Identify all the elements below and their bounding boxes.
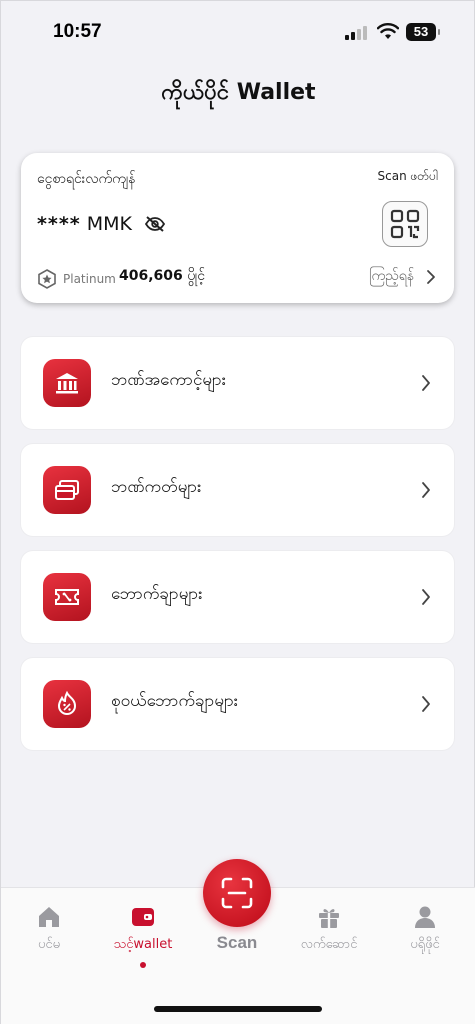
active-indicator-dot: [140, 962, 146, 968]
membership-tier: Platinum: [37, 269, 116, 289]
nav-label: သင့်wallet: [113, 937, 173, 952]
menu-item-label: ဘဏ်ကတ်များ: [111, 477, 202, 497]
view-points-link[interactable]: ကြည့်ရန်: [369, 266, 436, 287]
wallet-icon: [132, 908, 154, 926]
points-display: 406,606 ပွိုင့်: [119, 266, 205, 287]
bank-icon: [43, 359, 91, 407]
chevron-right-icon: [422, 589, 430, 605]
tier-badge-icon: [38, 269, 56, 289]
wallet-balance-card: ငွေစာရင်းလက်ကျန် Scan ဖတ်ပါ **** MMK Pla…: [21, 153, 454, 303]
scan-hint-label: Scan ဖတ်ပါ: [377, 169, 438, 183]
group-buy-voucher-icon: [43, 680, 91, 728]
nav-label: ပင်မ: [37, 937, 61, 952]
menu-item-bank-accounts[interactable]: ဘဏ်အကောင့်များ: [21, 337, 454, 429]
scan-button[interactable]: [203, 859, 271, 927]
nav-label: လက်ဆောင်: [300, 937, 358, 952]
home-icon: [39, 907, 59, 927]
nav-item-gifts[interactable]: လက်ဆောင်: [289, 904, 369, 955]
balance-display: **** MMK: [37, 213, 166, 235]
menu-item-label: စုဝယ်ဘောက်ချာများ: [111, 691, 239, 711]
nav-item-home[interactable]: ပင်မ: [9, 904, 89, 955]
scan-label[interactable]: Scan: [197, 933, 277, 953]
points-value: 406,606: [119, 268, 183, 284]
status-bar: 10:57 53: [1, 1, 475, 65]
menu-item-bank-cards[interactable]: ဘဏ်ကတ်များ: [21, 444, 454, 536]
nav-label: ပရိုဖိုင်: [410, 937, 440, 952]
status-time: 10:57: [53, 21, 102, 42]
tier-label: Platinum: [63, 272, 116, 286]
balance-label: ငွေစာရင်းလက်ကျန်: [37, 171, 136, 187]
view-label: ကြည့်ရန်: [369, 268, 414, 284]
voucher-icon: [43, 573, 91, 621]
app-screen: 10:57 53 ကိုယ်ပိုင် Wallet ငွေစာရင်းလက်က…: [0, 0, 475, 1024]
menu-item-group-buy-vouchers[interactable]: စုဝယ်ဘောက်ချာများ: [21, 658, 454, 750]
card-icon: [43, 466, 91, 514]
menu-item-label: ဘဏ်အကောင့်များ: [111, 370, 227, 390]
chevron-right-icon: [422, 375, 430, 391]
qr-code-icon: [390, 209, 420, 239]
nav-item-profile[interactable]: ပရိုဖိုင်: [385, 904, 465, 955]
gift-icon: [319, 909, 339, 928]
home-indicator[interactable]: [154, 1006, 322, 1012]
currency-label: MMK: [86, 213, 132, 235]
scan-icon: [221, 877, 253, 909]
menu-item-label: ဘောက်ချာများ: [111, 584, 203, 604]
chevron-right-icon: [422, 696, 430, 712]
page-title: ကိုယ်ပိုင် Wallet: [161, 80, 316, 105]
nav-item-wallet[interactable]: သင့်wallet: [103, 904, 183, 955]
signal-icon: [345, 26, 367, 40]
profile-icon: [415, 906, 435, 928]
points-unit: ပွိုင့်: [187, 268, 205, 284]
wifi-icon: [377, 23, 399, 39]
qr-scan-button[interactable]: [382, 201, 428, 247]
menu-item-vouchers[interactable]: ဘောက်ချာများ: [21, 551, 454, 643]
balance-mask: ****: [37, 213, 81, 235]
chevron-right-icon: [427, 269, 435, 284]
eye-slash-icon[interactable]: [144, 215, 166, 233]
battery-icon: 53: [406, 23, 440, 41]
chevron-right-icon: [422, 482, 430, 498]
